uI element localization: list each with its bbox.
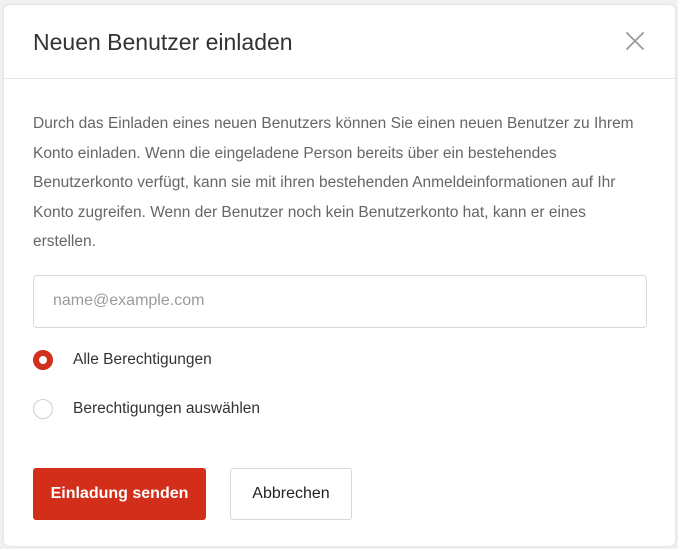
dialog-actions: Einladung senden Abbrechen <box>33 468 352 520</box>
close-button[interactable] <box>623 29 647 53</box>
radio-label-all-permissions: Alle Berechtigungen <box>73 350 212 368</box>
dialog-description: Durch das Einladen eines neuen Benutzers… <box>33 115 634 250</box>
radio-button-unchecked[interactable] <box>33 398 53 419</box>
cancel-button[interactable]: Abbrechen <box>230 468 352 520</box>
dialog-header: Neuen Benutzer einladen <box>4 5 675 79</box>
permissions-radio-group: Alle Berechtigungen Berechtigungen auswä… <box>33 349 646 420</box>
radio-option-select-permissions[interactable]: Berechtigungen auswählen <box>33 398 646 420</box>
invite-user-dialog: Neuen Benutzer einladen Durch das Einlad… <box>4 5 675 546</box>
send-invitation-button[interactable]: Einladung senden <box>33 468 206 520</box>
radio-option-all-permissions[interactable]: Alle Berechtigungen <box>33 349 646 371</box>
email-input[interactable] <box>33 274 647 328</box>
radio-label-select-permissions: Berechtigungen auswählen <box>73 399 260 417</box>
dialog-title: Neuen Benutzer einladen <box>33 29 293 55</box>
radio-button-checked[interactable] <box>33 349 53 370</box>
dialog-body: Durch das Einladen eines neuen Benutzers… <box>4 79 675 420</box>
close-icon <box>626 32 644 50</box>
